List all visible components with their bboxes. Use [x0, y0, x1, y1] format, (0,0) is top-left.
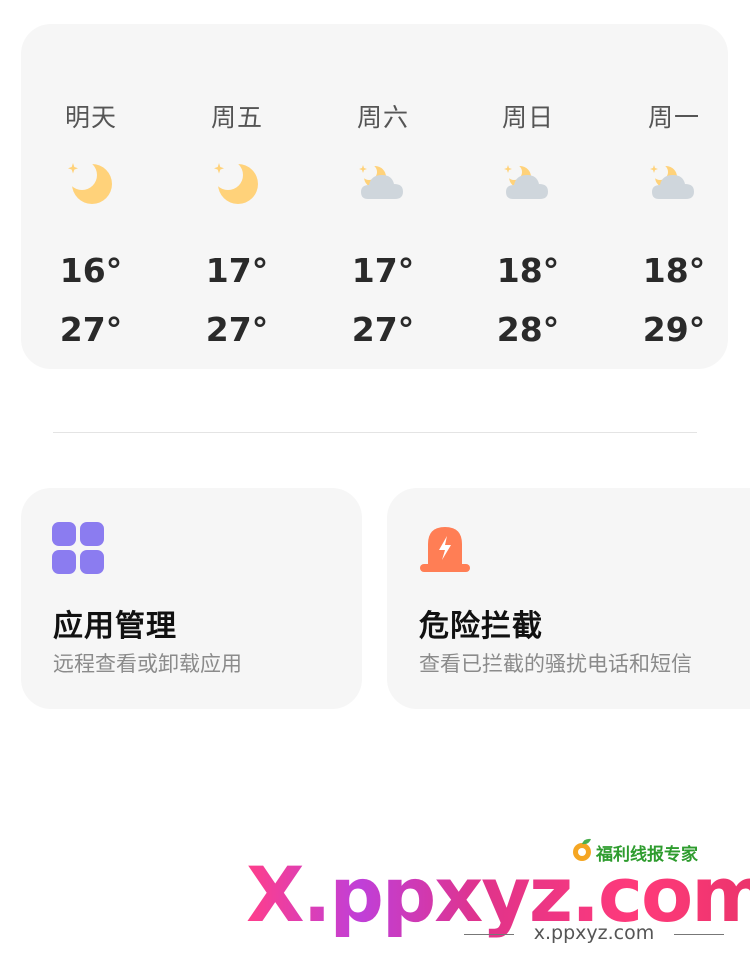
- app-manage-title: 应用管理: [53, 609, 177, 644]
- forecast-day-1: 明天 16° 27°: [21, 24, 161, 369]
- temp-low: 17°: [205, 251, 269, 290]
- temp-high: 27°: [59, 310, 123, 349]
- day-name: 周一: [647, 103, 700, 132]
- danger-block-tile[interactable]: 危险拦截 查看已拦截的骚扰电话和短信: [387, 488, 750, 709]
- day-name: 周日: [501, 103, 554, 132]
- day-name: 周五: [210, 103, 263, 132]
- forecast-day-2: 周五 17° 27°: [167, 24, 307, 369]
- temp-high: 28°: [496, 310, 560, 349]
- temp-high: 27°: [205, 310, 269, 349]
- moon-stars-icon: [213, 160, 258, 204]
- day-name: 周六: [356, 103, 409, 132]
- forecast-day-5: 周一 18° 29°: [604, 24, 744, 369]
- temp-low: 18°: [496, 251, 560, 290]
- app-manage-desc: 远程查看或卸载应用: [53, 652, 242, 676]
- divider: [53, 432, 697, 433]
- app-manage-tile[interactable]: 应用管理 远程查看或卸载应用: [21, 488, 362, 709]
- grid-apps-icon: [52, 522, 104, 574]
- forecast-card[interactable]: 明天 16° 27° 周五 17° 27° 周六 17° 27° 周日 18° …: [21, 24, 728, 369]
- temp-low: 18°: [642, 251, 706, 290]
- temp-high: 27°: [351, 310, 415, 349]
- moon-stars-icon: [67, 160, 112, 204]
- forecast-day-4: 周日 18° 28°: [458, 24, 598, 369]
- temp-low: 16°: [59, 251, 123, 290]
- partly-cloudy-icon: [359, 164, 403, 199]
- temp-high: 29°: [642, 310, 706, 349]
- watermark-sub: x.ppxyz.com: [533, 922, 655, 944]
- danger-block-title: 危险拦截: [419, 609, 543, 644]
- watermark: 福利线报专家 X.ppxyz.com x.ppxyz.com: [246, 836, 750, 960]
- alarm-light-icon: [420, 527, 470, 572]
- temp-low: 17°: [351, 251, 415, 290]
- day-name: 明天: [64, 103, 117, 132]
- partly-cloudy-icon: [504, 164, 548, 199]
- partly-cloudy-icon: [650, 164, 694, 199]
- forecast-day-3: 周六 17° 27°: [313, 24, 453, 369]
- watermark-line-right: [674, 934, 724, 935]
- danger-block-desc: 查看已拦截的骚扰电话和短信: [419, 652, 692, 676]
